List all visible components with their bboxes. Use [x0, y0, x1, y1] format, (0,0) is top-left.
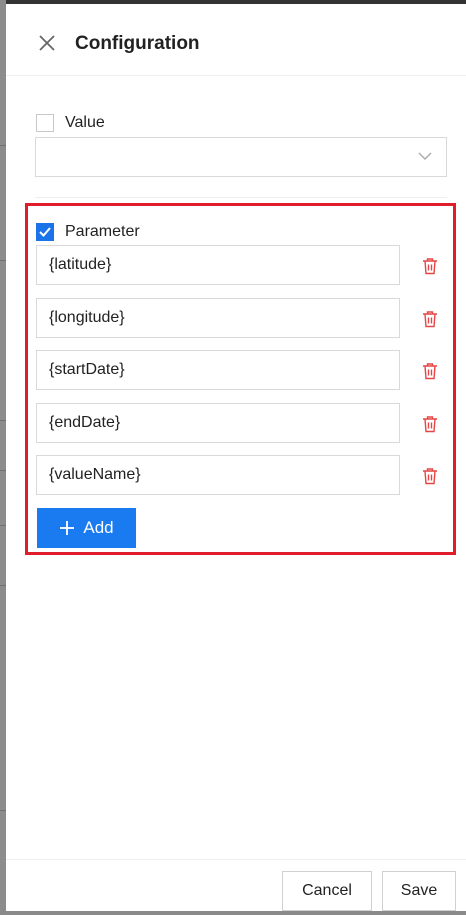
value-select[interactable] — [35, 137, 447, 177]
delete-param-button[interactable] — [422, 257, 438, 275]
trash-icon — [423, 363, 437, 380]
delete-param-button[interactable] — [422, 467, 438, 485]
trash-icon — [423, 468, 437, 485]
trash-icon — [423, 416, 437, 433]
add-parameter-button[interactable]: Add — [37, 508, 136, 548]
param-input-startdate[interactable]: {startDate} — [36, 350, 400, 390]
delete-param-button[interactable] — [422, 362, 438, 380]
param-input-latitude[interactable]: {latitude} — [36, 245, 400, 285]
save-button[interactable]: Save — [382, 871, 456, 911]
delete-param-button[interactable] — [422, 415, 438, 433]
value-label: Value — [65, 114, 105, 131]
close-button[interactable] — [36, 32, 58, 54]
plus-icon — [60, 521, 75, 535]
chevron-down-icon — [418, 152, 432, 160]
panel-footer: Cancel Save — [6, 859, 466, 915]
param-input-longitude[interactable]: {longitude} — [36, 298, 400, 338]
cancel-button[interactable]: Cancel — [282, 871, 372, 911]
param-input-enddate[interactable]: {endDate} — [36, 403, 400, 443]
parameter-label: Parameter — [65, 223, 140, 240]
close-icon — [39, 35, 55, 51]
trash-icon — [423, 258, 437, 275]
section-divider — [35, 197, 447, 198]
panel-header: Configuration — [6, 8, 466, 76]
param-input-valuename[interactable]: {valueName} — [36, 455, 400, 495]
trash-icon — [423, 311, 437, 328]
dialog-title: Configuration — [75, 33, 200, 54]
add-button-label: Add — [83, 518, 114, 537]
delete-param-button[interactable] — [422, 310, 438, 328]
value-checkbox[interactable] — [36, 114, 54, 132]
configuration-panel: Configuration Value Parameter {latitude}… — [6, 0, 466, 911]
checkmark-icon — [39, 227, 51, 237]
parameter-checkbox[interactable] — [36, 223, 54, 241]
